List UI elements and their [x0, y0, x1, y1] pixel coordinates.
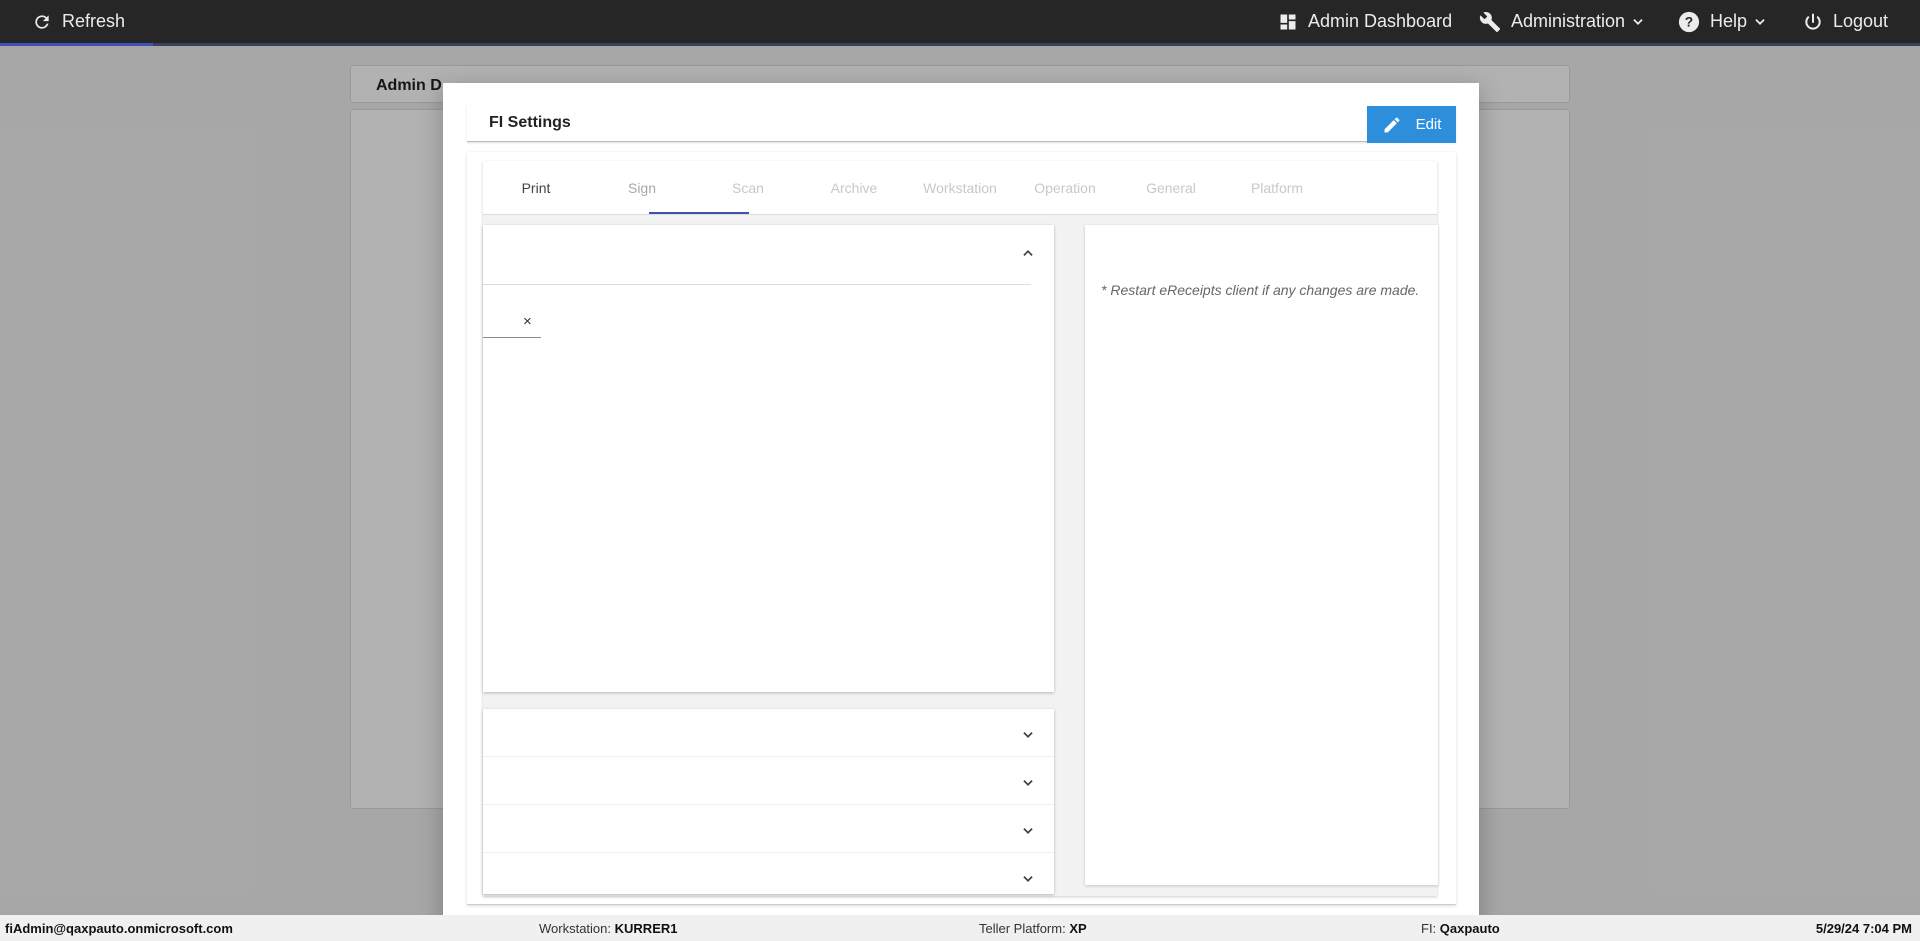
fi-settings-dialog: FI Settings Edit Print Sign Scan Archive…	[443, 83, 1479, 941]
clear-icon[interactable]: ×	[523, 313, 532, 330]
info-card: * Restart eReceipts client if any change…	[1085, 225, 1438, 885]
collapsed-sections	[483, 709, 1054, 894]
restart-note: * Restart eReceipts client if any change…	[1101, 282, 1420, 298]
edit-label: Edit	[1415, 116, 1442, 133]
refresh-icon	[35, 14, 49, 29]
help-menu[interactable]: ? Help	[1678, 0, 1767, 43]
chevron-down-icon	[1023, 732, 1033, 738]
section-divider	[483, 284, 1031, 285]
footer-datetime: 5/29/24 7:04 PM	[1815, 921, 1912, 936]
refresh-button[interactable]: Refresh	[32, 0, 125, 43]
chevron-down-icon	[1633, 18, 1643, 25]
svg-text:?: ?	[1685, 14, 1693, 29]
help-label: Help	[1710, 11, 1748, 31]
logout-button[interactable]: Logout	[1803, 0, 1888, 43]
footer-fi: FI: Qaxpauto	[1421, 921, 1500, 936]
chevron-down-icon	[1023, 876, 1033, 882]
administration-menu[interactable]: Administration	[1479, 0, 1645, 43]
collapsed-section-2[interactable]	[483, 757, 1054, 805]
tab-operation[interactable]: Operation	[1015, 161, 1115, 215]
modal-overlay: FI Settings Edit Print Sign Scan Archive…	[0, 46, 1920, 941]
dialog-header: FI Settings	[467, 105, 1456, 142]
collapsed-section-3[interactable]	[483, 805, 1054, 853]
expanded-section-card: ×	[483, 225, 1054, 692]
chevron-up-icon[interactable]	[1021, 246, 1035, 260]
collapsed-section-1[interactable]	[483, 709, 1054, 757]
chevron-down-icon	[1023, 828, 1033, 834]
tab-platform[interactable]: Platform	[1227, 161, 1327, 215]
refresh-label: Refresh	[62, 11, 126, 31]
admin-dashboard-label: Admin Dashboard	[1308, 11, 1453, 31]
power-icon	[1805, 13, 1821, 30]
wrench-icon	[1479, 11, 1501, 32]
help-icon: ?	[1678, 11, 1700, 32]
dashboard-icon	[1280, 14, 1296, 29]
logout-label: Logout	[1833, 11, 1889, 31]
tab-archive[interactable]: Archive	[804, 161, 904, 215]
select-field[interactable]: ×	[483, 309, 541, 338]
administration-label: Administration	[1511, 11, 1626, 31]
collapsed-section-4[interactable]	[483, 853, 1054, 901]
settings-panel: Print Sign Scan Archive Workstation Oper…	[483, 161, 1438, 896]
status-bar: fiAdmin@qaxpauto.onmicrosoft.com Worksta…	[0, 915, 1920, 941]
chevron-down-icon	[1023, 780, 1033, 786]
top-nav-bar: Refresh Admin Dashboard Administration ?…	[0, 0, 1920, 46]
tab-general[interactable]: General	[1121, 161, 1221, 215]
footer-workstation: Workstation: KURRER1	[539, 921, 678, 936]
tab-print[interactable]: Print	[486, 161, 586, 215]
tab-scan[interactable]: Scan	[698, 161, 798, 215]
dialog-title: FI Settings	[489, 114, 571, 131]
pencil-icon	[1384, 116, 1400, 132]
chevron-down-icon	[1755, 18, 1765, 25]
edit-button[interactable]: Edit	[1367, 106, 1456, 143]
footer-user: fiAdmin@qaxpauto.onmicrosoft.com	[5, 921, 233, 936]
tab-workstation[interactable]: Workstation	[910, 161, 1010, 215]
settings-tabs: Print Sign Scan Archive Workstation Oper…	[483, 161, 1437, 215]
tab-sign[interactable]: Sign	[592, 161, 692, 215]
active-tab-indicator	[649, 212, 749, 214]
footer-platform: Teller Platform: XP	[979, 921, 1087, 936]
admin-dashboard-link[interactable]: Admin Dashboard	[1278, 0, 1452, 43]
